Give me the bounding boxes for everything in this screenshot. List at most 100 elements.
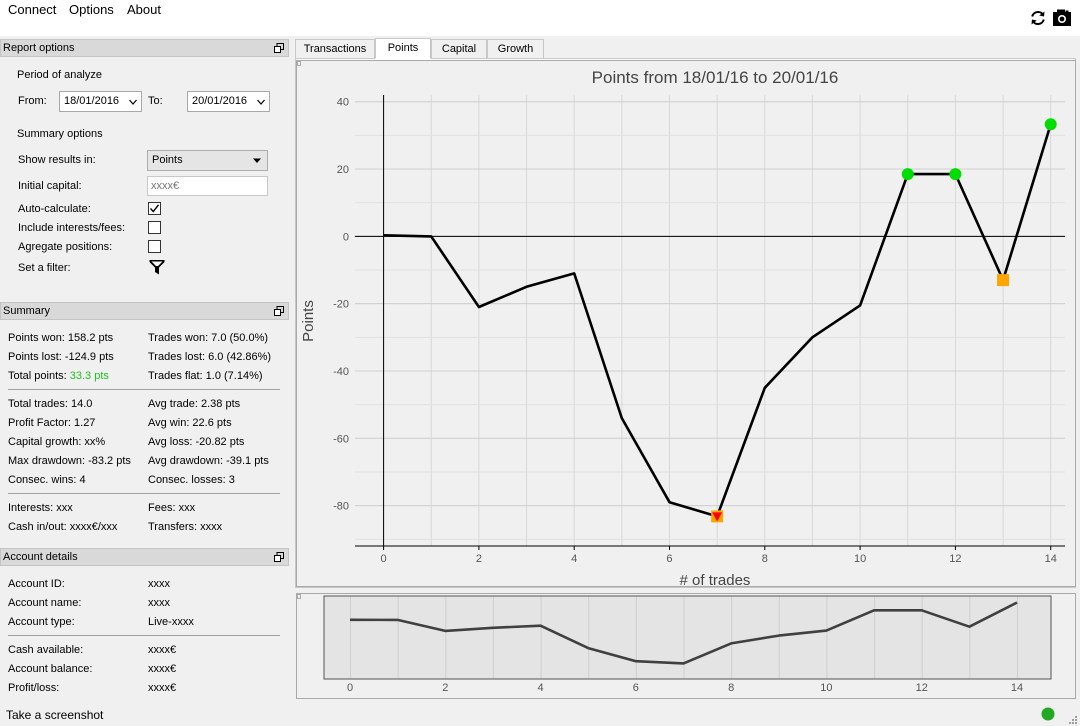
- aggregate-positions-checkbox[interactable]: [148, 240, 161, 253]
- refresh-icon[interactable]: [1028, 8, 1048, 28]
- float-panel-icon[interactable]: [274, 306, 284, 316]
- account-balance-value: xxxx€: [148, 663, 177, 675]
- points-chart[interactable]: 0 2 4 6 8 10 12 14 -80 -60 -40 -20 0 20 40 Points fro…: [297, 61, 1077, 588]
- circle-marker: [949, 168, 962, 181]
- profit-factor: Profit Factor: 1.27: [8, 417, 96, 429]
- cash-available-value: xxxx€: [148, 644, 177, 656]
- account-type-value: Live-xxxx: [148, 616, 194, 628]
- chevron-down-icon: [129, 99, 137, 105]
- include-interests-label: Include interests/fees:: [18, 222, 126, 234]
- x-tick-label: 14: [1045, 553, 1057, 565]
- checkmark-icon: [149, 204, 160, 213]
- tab-points[interactable]: Points: [375, 38, 431, 59]
- overview-x-tick-labels: 0 2 4 6 8 10 12 14: [347, 682, 1023, 694]
- connection-status-icon: [1041, 707, 1055, 721]
- float-panel-icon[interactable]: [274, 43, 284, 53]
- resize-grip-icon[interactable]: [1066, 714, 1078, 726]
- overview-x-tick-label: 8: [728, 682, 734, 694]
- avg-loss: Avg loss: -20.82 pts: [148, 436, 245, 448]
- total-trades: Total trades: 14.0: [8, 398, 93, 410]
- overview-x-tick-label: 10: [820, 682, 832, 694]
- report-options-header: Report options: [0, 39, 289, 57]
- square-marker: [997, 274, 1010, 287]
- show-results-label: Show results in:: [18, 154, 96, 166]
- include-interests-checkbox[interactable]: [148, 221, 161, 234]
- avg-drawdown: Avg drawdown: -39.1 pts: [148, 455, 269, 467]
- tab-growth[interactable]: Growth: [487, 39, 544, 59]
- period-label: Period of analyze: [17, 69, 102, 81]
- x-tick-label: 8: [762, 553, 768, 565]
- overview-x-tick-label: 12: [916, 682, 928, 694]
- menu-about[interactable]: About: [127, 2, 161, 17]
- trades-flat: Trades flat: 1.0 (7.14%): [148, 370, 263, 382]
- initial-capital-input[interactable]: [147, 176, 268, 196]
- show-results-value: Points: [152, 154, 183, 166]
- summary-options-label: Summary options: [17, 128, 103, 140]
- filter-icon[interactable]: [149, 259, 165, 275]
- points-won: Points won: 158.2 pts: [8, 332, 114, 344]
- auto-calculate-checkbox[interactable]: [148, 202, 161, 215]
- capital-growth: Capital growth: xx%: [8, 436, 106, 448]
- account-id-label: Account ID:: [8, 578, 65, 590]
- menu-options[interactable]: Options: [69, 2, 114, 17]
- avg-trade: Avg trade: 2.38 pts: [148, 398, 241, 410]
- account-name-label: Account name:: [8, 597, 82, 609]
- y-tick-label: -20: [333, 299, 349, 311]
- x-tick-label: 4: [571, 553, 577, 565]
- x-tick-label: 2: [476, 553, 482, 565]
- separator: [8, 389, 280, 390]
- overview-x-tick-label: 14: [1011, 682, 1023, 694]
- separator: [8, 493, 280, 494]
- show-results-select[interactable]: Points: [147, 150, 268, 171]
- avg-win: Avg win: 22.6 pts: [148, 417, 232, 429]
- interests: Interests: xxx: [8, 502, 73, 514]
- account-details-header: Account details: [0, 548, 289, 566]
- overview-x-tick-label: 6: [633, 682, 639, 694]
- points-lost: Points lost: -124.9 pts: [8, 351, 114, 363]
- corner-marker-icon: [297, 594, 301, 599]
- consec-wins: Consec. wins: 4: [8, 474, 86, 486]
- max-drawdown: Max drawdown: -83.2 pts: [8, 455, 131, 467]
- y-tick-label: -80: [333, 501, 349, 513]
- overview-x-tick-label: 0: [347, 682, 353, 694]
- total-points: Total points: 33.3 pts: [8, 370, 109, 382]
- x-tick-label: 6: [666, 553, 672, 565]
- overview-x-tick-label: 4: [538, 682, 544, 694]
- status-text: Take a screenshot: [6, 708, 104, 722]
- from-date-picker[interactable]: 18/01/2016: [59, 91, 142, 112]
- report-options-title: Report options: [3, 42, 75, 54]
- y-tick-label: -40: [333, 366, 349, 378]
- circle-marker: [901, 168, 914, 181]
- account-name-value: xxxx: [148, 597, 170, 609]
- trades-lost: Trades lost: 6.0 (42.86%): [148, 351, 272, 363]
- float-panel-icon[interactable]: [274, 552, 284, 562]
- transfers: Transfers: xxxx: [148, 521, 223, 533]
- status-bar: Take a screenshot: [0, 704, 1080, 726]
- total-points-value: 33.3 pts: [69, 370, 109, 382]
- total-points-label: Total points:: [8, 370, 70, 382]
- corner-marker-icon: [297, 61, 301, 66]
- overview-chart[interactable]: 0 2 4 6 8 10 12 14: [297, 594, 1077, 700]
- menu-connect[interactable]: Connect: [8, 2, 56, 17]
- tab-capital[interactable]: Capital: [431, 39, 487, 59]
- menubar: Connect Options About: [0, 0, 1080, 36]
- x-tick-label: 10: [854, 553, 866, 565]
- account-id-value: xxxx: [148, 578, 170, 590]
- chevron-down-icon: [257, 99, 265, 105]
- from-label: From:: [18, 95, 47, 107]
- aggregate-positions-label: Agregate positions:: [18, 241, 113, 253]
- tab-transactions[interactable]: Transactions: [295, 39, 375, 59]
- to-date-picker[interactable]: 20/01/2016: [187, 91, 270, 112]
- profit-loss-label: Profit/loss:: [8, 682, 60, 694]
- cash-in-out: Cash in/out: xxxx€/xxx: [8, 521, 118, 533]
- dropdown-arrow-icon: [253, 158, 261, 163]
- camera-icon[interactable]: [1052, 8, 1072, 28]
- x-axis-label: # of trades: [680, 572, 751, 588]
- circle-marker: [1044, 118, 1057, 131]
- y-tick-label: 0: [343, 231, 349, 243]
- separator: [8, 635, 280, 636]
- y-tick-labels: -80 -60 -40 -20 0 20 40: [333, 97, 349, 513]
- fees: Fees: xxx: [148, 502, 196, 514]
- overview-chart-frame: 0 2 4 6 8 10 12 14: [296, 593, 1076, 699]
- set-filter-label: Set a filter:: [18, 262, 71, 274]
